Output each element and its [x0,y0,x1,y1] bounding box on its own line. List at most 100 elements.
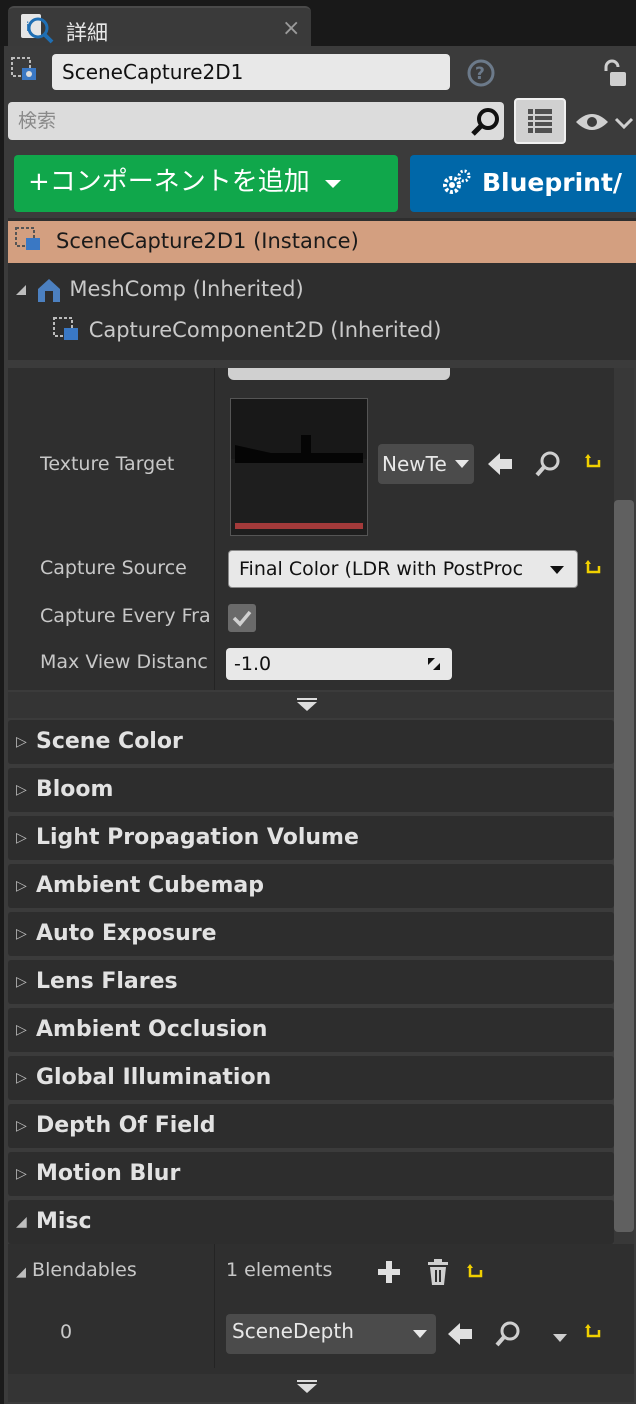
magnifier-icon[interactable] [494,1320,522,1352]
expand-icon [297,1380,317,1393]
scene-capture-icon [10,56,40,90]
category-label: Depth Of Field [36,1113,216,1138]
tab-title: 詳細 [66,21,108,45]
add-component-button[interactable]: +コンポーネントを追加 [14,155,398,212]
blueprint-label: Blueprint/ [482,168,623,197]
category-auto-exposure[interactable]: ▷ Auto Exposure [8,912,614,956]
search-input[interactable]: 検索 [8,102,504,140]
tab-details[interactable]: i 詳細 × [8,6,311,50]
texture-target-value: NewTe [382,452,447,476]
blendables-label: Blendables [32,1259,137,1281]
capture-source-dropdown[interactable]: Final Color (LDR with PostProc [228,550,578,588]
instance-label: SceneCapture2D1 (Instance) [56,229,359,253]
expand-icon [297,698,317,711]
capture-source-label: Capture Source [40,557,187,579]
expand-triangle-icon: ▷ [16,926,27,942]
collapse-triangle-icon [16,285,26,295]
checkmark-icon [232,610,252,627]
column-divider[interactable] [214,1244,215,1368]
list-view-icon [528,109,552,133]
clipped-control [228,368,450,380]
expand-triangle-icon: ▷ [16,1166,27,1182]
blendable-element-dropdown[interactable]: SceneDepth [226,1314,436,1354]
chevron-down-icon [413,1330,427,1338]
capture-every-frame-label: Capture Every Fra [40,605,211,627]
max-view-distance-field[interactable]: -1.0 [226,648,452,680]
eye-icon[interactable] [574,108,634,140]
texture-preview-image [231,399,367,535]
search-icon[interactable] [470,106,502,142]
lock-icon[interactable] [600,58,630,92]
category-lens-flares[interactable]: ▷ Lens Flares [8,960,614,1004]
category-light-propagation-volume[interactable]: ▷ Light Propagation Volume [8,816,614,860]
list-view-button[interactable] [514,98,566,144]
help-icon[interactable]: ? [466,58,496,92]
tree-item-instance[interactable]: SceneCapture2D1 (Instance) [8,221,636,263]
category-motion-blur[interactable]: ▷ Motion Blur [8,1152,614,1196]
tree-item-capturecomponent[interactable]: CaptureComponent2D (Inherited) [52,316,441,346]
chevron-down-icon [325,180,342,188]
scrollbar-thumb[interactable] [614,500,634,1232]
collapse-triangle-icon: ◢ [16,1214,27,1230]
texture-target-dropdown[interactable]: NewTe [378,444,474,484]
advanced-expander[interactable] [8,1374,634,1402]
blendables-count: 1 elements [226,1259,333,1281]
svg-text:?: ? [475,64,485,84]
scene-capture-icon [53,317,78,340]
texture-thumbnail[interactable] [230,398,368,536]
chevron-down-icon[interactable] [552,1328,568,1347]
max-view-distance-value: -1.0 [234,653,272,675]
column-divider[interactable] [214,368,215,690]
blendables-row[interactable]: ◢ Blendables [16,1259,137,1281]
mesh-component-icon [37,279,60,302]
tree-item-label: MeshComp (Inherited) [69,277,304,301]
expand-triangle-icon: ▷ [16,974,27,990]
close-icon[interactable]: × [282,16,300,41]
back-arrow-icon[interactable] [486,450,514,482]
category-misc[interactable]: ◢ Misc [8,1200,614,1244]
category-label: Ambient Cubemap [36,873,264,898]
blueprint-button[interactable]: Blueprint/ [410,155,636,212]
element-index: 0 [60,1321,73,1343]
capture-every-frame-checkbox[interactable] [228,604,256,632]
reset-icon[interactable] [584,558,602,582]
scene-capture-icon [15,227,40,250]
collapse-triangle-icon: ◢ [16,1265,26,1280]
expand-triangle-icon: ▷ [16,1022,27,1038]
chevron-down-icon [550,566,564,574]
category-ambient-occlusion[interactable]: ▷ Ambient Occlusion [8,1008,614,1052]
category-label: Ambient Occlusion [36,1017,268,1042]
tree-item-meshcomp[interactable]: MeshComp (Inherited) [14,276,304,304]
magnifier-icon[interactable] [534,450,562,482]
spin-handle-icon[interactable] [426,656,442,672]
reset-icon[interactable] [584,452,602,476]
back-arrow-icon[interactable] [446,1320,474,1352]
category-label: Lens Flares [36,969,178,994]
expand-triangle-icon: ▷ [16,734,27,750]
expand-triangle-icon: ▷ [16,1070,27,1086]
category-scene-color[interactable]: ▷ Scene Color [8,720,614,764]
category-ambient-cubemap[interactable]: ▷ Ambient Cubemap [8,864,614,908]
category-depth-of-field[interactable]: ▷ Depth Of Field [8,1104,614,1148]
advanced-expander[interactable] [8,692,614,718]
svg-text:i: i [26,20,29,34]
expand-triangle-icon: ▷ [16,1118,27,1134]
expand-triangle-icon: ▷ [16,878,27,894]
gear-icon [443,169,471,194]
category-label: Auto Exposure [36,921,217,946]
details-tab-icon: i [20,12,56,48]
object-name-field[interactable]: SceneCapture2D1 [52,54,450,90]
tree-item-label: CaptureComponent2D (Inherited) [88,318,442,342]
texture-target-label: Texture Target [40,453,175,475]
expand-triangle-icon: ▷ [16,830,27,846]
category-label: Bloom [36,777,114,802]
max-view-distance-label: Max View Distanc [40,651,208,673]
expand-triangle-icon: ▷ [16,782,27,798]
trash-icon[interactable] [426,1258,450,1290]
category-global-illumination[interactable]: ▷ Global Illumination [8,1056,614,1100]
add-component-label: +コンポーネントを追加 [28,167,310,197]
reset-icon[interactable] [584,1322,602,1346]
plus-icon[interactable] [376,1259,402,1289]
reset-icon[interactable] [466,1262,484,1286]
category-bloom[interactable]: ▷ Bloom [8,768,614,812]
